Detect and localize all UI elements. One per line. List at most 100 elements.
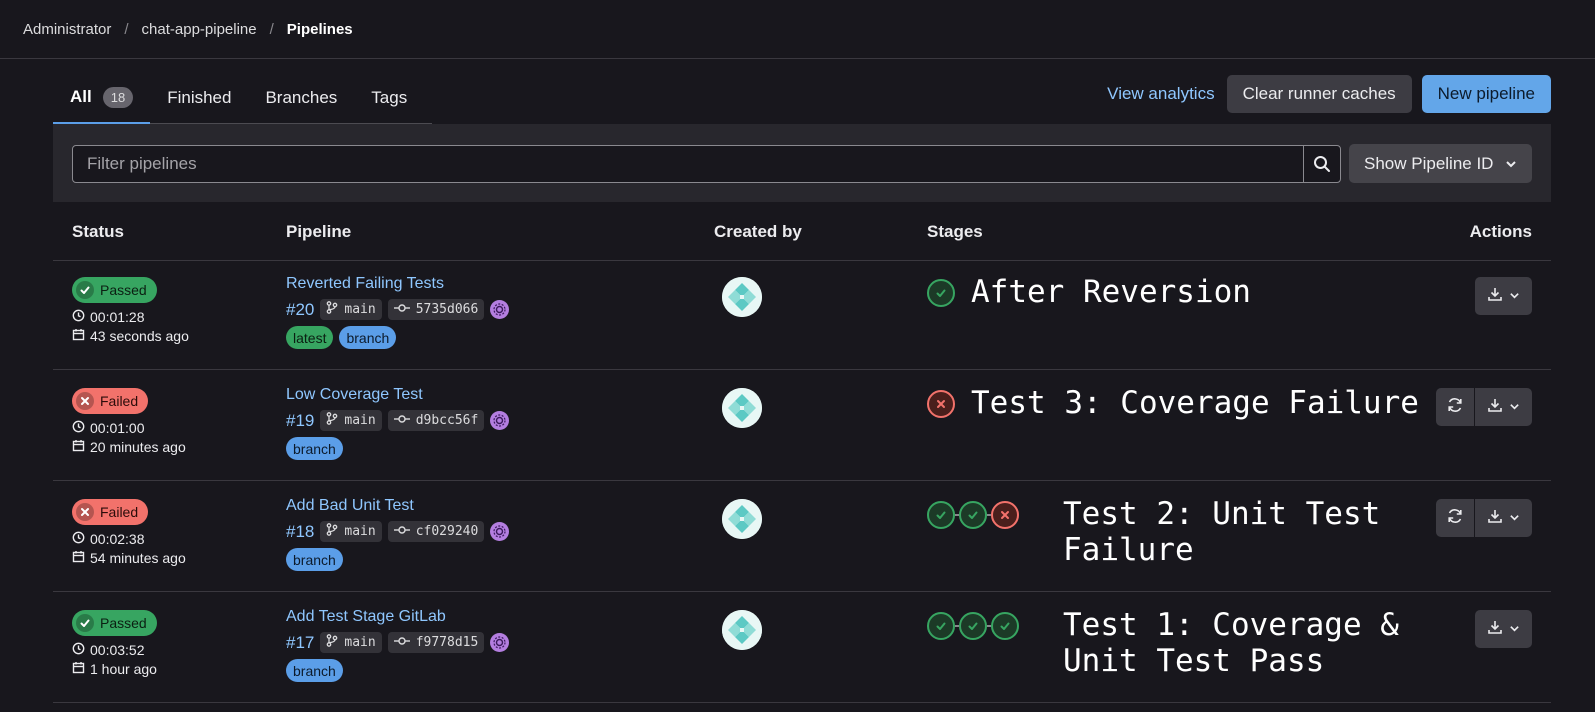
column-status: Status [72,222,124,241]
branch-icon [326,523,338,540]
commit-chip[interactable]: d9bcc56f [387,410,485,431]
pipeline-title-link[interactable]: Add Bad Unit Test [286,497,414,515]
finished-value: 43 seconds ago [90,328,189,344]
download-artifacts-button[interactable] [1475,610,1532,648]
retry-button[interactable] [1436,499,1474,537]
commit-chip[interactable]: cf029240 [387,521,485,542]
chevron-down-icon [1509,621,1520,638]
status-badge[interactable]: Failed [72,388,149,414]
download-icon [1487,397,1503,417]
pipeline-id-link[interactable]: #17 [286,633,314,653]
download-artifacts-button[interactable] [1475,388,1532,426]
column-actions: Actions [1469,222,1532,241]
avatar[interactable] [722,499,762,539]
breadcrumb-separator: / [124,20,129,38]
branch-name: main [344,302,376,317]
committer-avatar[interactable] [490,300,510,319]
status-label: Failed [100,504,139,520]
download-artifacts-button[interactable] [1475,277,1532,315]
annotation-line: Unit Test Pass [1063,643,1325,679]
commit-chip[interactable]: f9778d15 [387,632,485,653]
tag-branch[interactable]: branch [339,326,397,349]
commit-sha: 5735d066 [415,302,479,317]
finished-time: 20 minutes ago [72,439,186,455]
pipeline-id-link[interactable]: #20 [286,300,314,320]
pipeline-tags: latest branch [286,326,397,349]
status-badge[interactable]: Failed [72,499,149,525]
retry-icon [1446,507,1464,529]
pipeline-id-link[interactable]: #18 [286,522,314,542]
chevron-down-icon [1509,510,1520,527]
finished-value: 20 minutes ago [90,439,186,455]
tab-branches[interactable]: Branches [248,72,354,124]
check-circle-icon [76,281,94,299]
avatar[interactable] [722,388,762,428]
tab-tags[interactable]: Tags [354,72,424,124]
duration-value: 00:03:52 [90,642,145,658]
tag-branch[interactable]: branch [286,548,343,571]
stage-passed-icon[interactable] [927,612,955,640]
breadcrumb-project[interactable]: chat-app-pipeline [142,21,257,38]
pipeline-meta: #18 main cf029240 [286,521,510,542]
branch-chip[interactable]: main [320,632,382,653]
duration: 00:02:38 [72,531,145,547]
search-button[interactable] [1303,145,1341,183]
duration: 00:01:28 [72,309,145,325]
download-artifacts-button[interactable] [1475,499,1532,537]
stage-failed-icon[interactable] [927,390,955,418]
pipeline-id-link[interactable]: #19 [286,411,314,431]
avatar[interactable] [722,277,762,317]
pipeline-stages [927,390,955,418]
tab-all[interactable]: All 18 [53,72,151,124]
show-pipeline-id-dropdown[interactable]: Show Pipeline ID [1349,144,1532,183]
filter-pipelines-input[interactable]: Filter pipelines [72,145,1304,183]
calendar-icon [72,550,85,566]
branch-chip[interactable]: main [320,299,382,320]
commit-icon [393,302,410,318]
tab-count-badge: 18 [102,86,134,108]
tab-finished[interactable]: Finished [150,72,248,124]
annotation-text: After Reversion [971,274,1251,310]
calendar-icon [72,661,85,677]
committer-avatar[interactable] [490,633,510,652]
branch-chip[interactable]: main [320,521,382,542]
tag-branch[interactable]: branch [286,659,343,682]
branch-icon [326,634,338,651]
error-circle-icon [76,392,94,410]
stage-passed-icon[interactable] [959,501,987,529]
commit-chip[interactable]: 5735d066 [387,299,485,320]
status-badge[interactable]: Passed [72,277,157,303]
committer-avatar[interactable] [490,411,510,430]
finished-time: 43 seconds ago [72,328,189,344]
pipeline-title-link[interactable]: Add Test Stage GitLab [286,608,446,626]
avatar[interactable] [722,610,762,650]
new-pipeline-button[interactable]: New pipeline [1421,75,1551,113]
branch-chip[interactable]: main [320,410,382,431]
status-badge[interactable]: Passed [72,610,157,636]
stage-failed-icon[interactable] [991,501,1019,529]
tab-label: Tags [371,88,408,107]
committer-avatar[interactable] [490,522,510,541]
clock-icon [72,531,85,547]
table-row: Failed 00:02:38 54 minutes ago Add Bad U… [53,479,1551,592]
pipeline-tags: branch [286,659,343,682]
view-analytics-link[interactable]: View analytics [1105,84,1216,104]
breadcrumb-current[interactable]: Pipelines [287,21,353,38]
clear-runner-caches-button[interactable]: Clear runner caches [1226,75,1412,113]
tag-latest[interactable]: latest [286,326,334,349]
annotation-text: Test 3: Coverage Failure [971,385,1419,421]
tag-branch[interactable]: branch [286,437,343,460]
duration-value: 00:02:38 [90,531,145,547]
stage-passed-icon[interactable] [959,612,987,640]
row-actions [1436,499,1532,537]
branch-icon [326,412,338,429]
stage-passed-icon[interactable] [927,501,955,529]
annotation-text: Test 2: Unit Test Failure [1063,496,1380,568]
pipeline-title-link[interactable]: Low Coverage Test [286,386,423,404]
pipeline-title-link[interactable]: Reverted Failing Tests [286,275,444,293]
breadcrumb-root[interactable]: Administrator [23,21,111,38]
retry-button[interactable] [1436,388,1474,426]
stage-passed-icon[interactable] [991,612,1019,640]
download-icon [1487,286,1503,306]
stage-passed-icon[interactable] [927,279,955,307]
